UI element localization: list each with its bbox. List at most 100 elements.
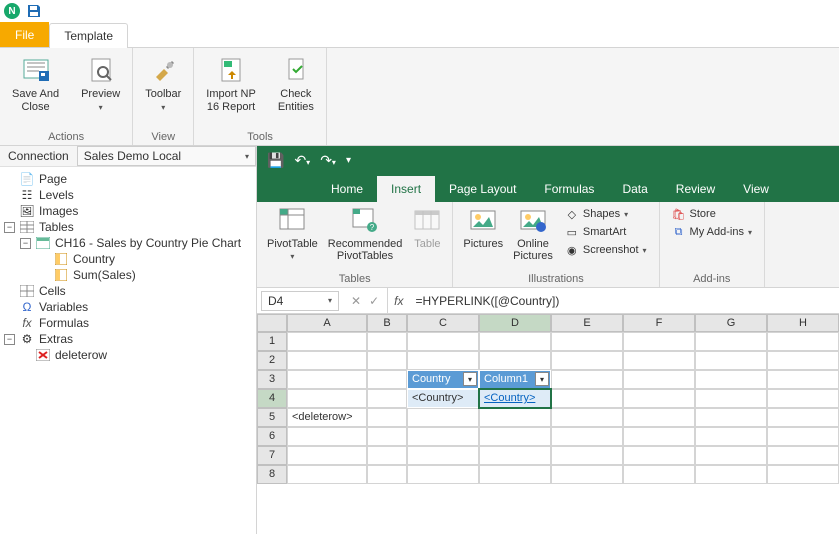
formula-bar[interactable]: =HYPERLINK([@Country]) <box>409 292 839 310</box>
chevron-down-icon: ▾ <box>290 252 294 261</box>
online-pictures-icon <box>518 206 548 236</box>
chevron-down-icon: ▾ <box>328 296 332 305</box>
table-icon <box>35 236 51 250</box>
table-label: Table <box>414 238 440 250</box>
row-header[interactable]: 2 <box>257 351 287 370</box>
shapes-button[interactable]: ◇Shapes ▾ <box>563 206 649 222</box>
name-box[interactable]: D4▾ <box>261 291 339 311</box>
images-icon: 🖼 <box>19 204 35 218</box>
app-badge-icon: N <box>4 3 20 19</box>
table-icon <box>19 220 35 234</box>
tree-extras[interactable]: −⚙Extras <box>2 331 254 347</box>
view-group-label: View <box>151 131 175 143</box>
tab-view[interactable]: View <box>729 176 783 202</box>
select-all-corner[interactable] <box>257 314 287 332</box>
levels-icon: ☷ <box>19 188 35 202</box>
recommended-pivot-button[interactable]: ? Recommended PivotTables <box>328 206 403 262</box>
tree-country[interactable]: Country <box>2 251 254 267</box>
tree-tables[interactable]: −Tables <box>2 219 254 235</box>
row-header[interactable]: 4 <box>257 389 287 408</box>
col-header[interactable]: F <box>623 314 695 332</box>
excel-save-icon[interactable]: 💾 <box>267 152 284 169</box>
tree-sum-sales[interactable]: Sum(Sales) <box>2 267 254 283</box>
col-header[interactable]: B <box>367 314 407 332</box>
file-tab[interactable]: File <box>0 22 49 47</box>
tab-data[interactable]: Data <box>608 176 661 202</box>
check-entities-button[interactable]: Check Entities <box>274 52 318 116</box>
save-icon[interactable] <box>26 3 42 19</box>
tree-page[interactable]: 📄Page <box>2 171 254 187</box>
pivottable-button[interactable]: PivotTable▾ <box>267 206 318 262</box>
tab-insert[interactable]: Insert <box>377 176 435 202</box>
qat-customize-icon[interactable]: ▾ <box>346 155 351 166</box>
col-header[interactable]: E <box>551 314 623 332</box>
import-button[interactable]: Import NP 16 Report <box>202 52 260 116</box>
addins-group-label: Add-ins <box>670 273 754 285</box>
col-header[interactable]: C <box>407 314 479 332</box>
shapes-icon: ◇ <box>565 207 579 221</box>
tab-page-layout[interactable]: Page Layout <box>435 176 530 202</box>
screenshot-icon: ◉ <box>565 243 579 257</box>
tree-deleterow[interactable]: deleterow <box>2 347 254 363</box>
table-header-country[interactable]: Country▾ <box>407 370 479 389</box>
row-header[interactable]: 5 <box>257 408 287 427</box>
store-icon: 🛍 <box>672 207 686 221</box>
tab-review[interactable]: Review <box>662 176 729 202</box>
tree-levels[interactable]: ☷Levels <box>2 187 254 203</box>
formulas-icon: fx <box>19 316 35 330</box>
filter-dropdown-icon[interactable]: ▾ <box>535 372 549 386</box>
collapse-icon[interactable]: − <box>20 238 31 249</box>
import-label: Import NP 16 Report <box>206 88 256 114</box>
cell-d4[interactable]: <Country> <box>479 389 551 408</box>
smartart-button[interactable]: ▭SmartArt <box>563 224 649 240</box>
undo-icon[interactable]: ↶▾ <box>294 152 310 169</box>
filter-dropdown-icon[interactable]: ▾ <box>463 372 477 386</box>
import-icon <box>215 54 247 86</box>
my-addins-button[interactable]: ⧉My Add-ins ▾ <box>670 224 754 240</box>
pictures-button[interactable]: Pictures <box>463 206 503 250</box>
col-header[interactable]: A <box>287 314 367 332</box>
chevron-down-icon: ▾ <box>161 103 165 112</box>
save-close-label: Save And Close <box>12 88 59 114</box>
tree-formulas[interactable]: fxFormulas <box>2 315 254 331</box>
fx-icon[interactable]: fx <box>388 294 409 308</box>
store-button[interactable]: 🛍Store <box>670 206 754 222</box>
worksheet-grid[interactable]: A B C D E F G H 1 2 3 Country▾ Column1▾ … <box>257 314 839 484</box>
tab-formulas[interactable]: Formulas <box>530 176 608 202</box>
redo-icon[interactable]: ↷▾ <box>320 152 336 169</box>
preview-label: Preview▾ <box>81 88 120 114</box>
save-close-button[interactable]: Save And Close <box>8 52 63 116</box>
online-pictures-label: Online Pictures <box>513 238 553 262</box>
tree-images[interactable]: 🖼Images <box>2 203 254 219</box>
online-pictures-button[interactable]: Online Pictures <box>513 206 553 262</box>
screenshot-button[interactable]: ◉Screenshot ▾ <box>563 242 649 258</box>
template-tab[interactable]: Template <box>49 23 128 48</box>
row-header[interactable]: 6 <box>257 427 287 446</box>
cell-c4[interactable]: <Country> <box>407 389 479 408</box>
col-header[interactable]: H <box>767 314 839 332</box>
toolbar-icon <box>147 54 179 86</box>
toolbar-button[interactable]: Toolbar▾ <box>141 52 185 116</box>
col-header[interactable]: G <box>695 314 767 332</box>
tree-chart[interactable]: −CH16 - Sales by Country Pie Chart <box>2 235 254 251</box>
cell-a5[interactable]: <deleterow> <box>287 408 367 427</box>
row-header[interactable]: 8 <box>257 465 287 484</box>
tree-variables[interactable]: ΩVariables <box>2 299 254 315</box>
collapse-icon[interactable]: − <box>4 334 15 345</box>
table-header-column1[interactable]: Column1▾ <box>479 370 551 389</box>
variables-icon: Ω <box>19 300 35 314</box>
row-header[interactable]: 3 <box>257 370 287 389</box>
tab-home[interactable]: Home <box>317 176 377 202</box>
connection-dropdown[interactable]: Sales Demo Local ▾ <box>77 146 256 166</box>
row-header[interactable]: 1 <box>257 332 287 351</box>
accept-formula-icon[interactable]: ✓ <box>369 294 379 308</box>
svg-text:?: ? <box>370 223 375 232</box>
addins-icon: ⧉ <box>672 225 686 239</box>
preview-button[interactable]: Preview▾ <box>77 52 124 116</box>
col-header[interactable]: D <box>479 314 551 332</box>
tree-cells[interactable]: Cells <box>2 283 254 299</box>
collapse-icon[interactable]: − <box>4 222 15 233</box>
row-header[interactable]: 7 <box>257 446 287 465</box>
cancel-formula-icon[interactable]: ✕ <box>351 294 361 308</box>
tables-group-label: Tables <box>267 273 442 285</box>
